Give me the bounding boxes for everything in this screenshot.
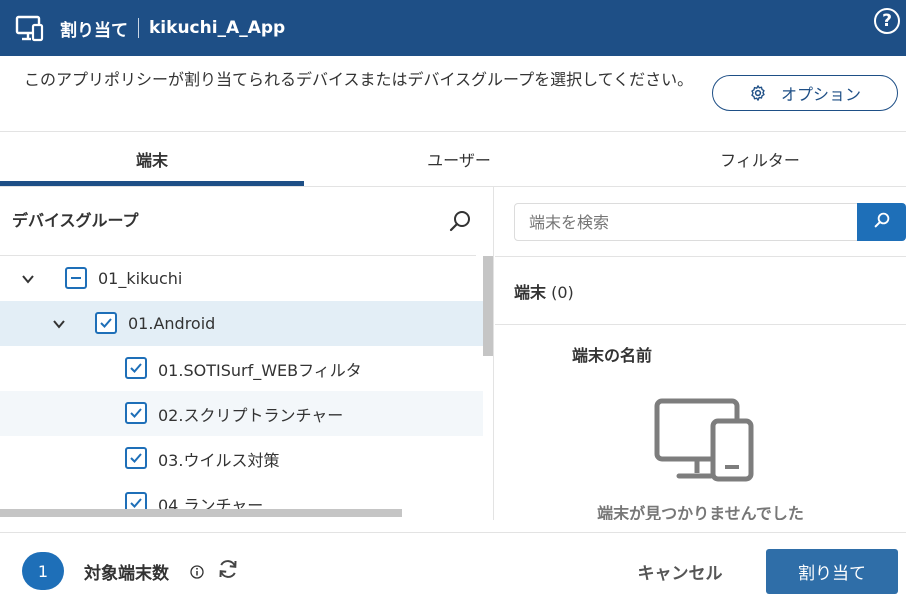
tree-row[interactable]: 02.スクリプトランチャー <box>0 391 483 436</box>
tree-label: 01.SOTISurf_WEBフィルタ <box>158 360 362 380</box>
search-icon <box>873 211 891 233</box>
tab-users[interactable]: ユーザー <box>304 132 614 186</box>
refresh-icon[interactable] <box>216 557 240 581</box>
device-pane: 端末 (0) 端末の名前 端末が見つかりませんでした <box>495 187 906 520</box>
divider <box>495 324 906 325</box>
tree-row[interactable]: 01_kikuchi <box>0 256 483 301</box>
gear-icon <box>749 84 767 102</box>
vertical-scrollbar[interactable] <box>483 256 493 356</box>
tree-row[interactable]: 03.ウイルス対策 <box>0 436 483 481</box>
chevron-down-icon[interactable] <box>51 316 67 332</box>
description-text: このアプリポリシーが割り当てられるデバイスまたはデバイスグループを選択してくださ… <box>24 70 694 89</box>
checkbox-checked[interactable] <box>95 312 117 334</box>
help-icon[interactable]: ? <box>874 8 900 34</box>
dialog-title: 割り当て <box>60 20 128 41</box>
assign-button[interactable]: 割り当て <box>766 549 898 594</box>
tree-label: 02.スクリプトランチャー <box>158 405 344 425</box>
tree-label: 01.Android <box>128 314 216 333</box>
horizontal-scrollbar[interactable] <box>0 509 402 517</box>
title-separator <box>138 18 139 38</box>
device-count: 端末 (0) <box>514 279 574 303</box>
checkbox-checked[interactable] <box>125 447 147 469</box>
cancel-button[interactable]: キャンセル <box>620 550 740 592</box>
target-count-badge: 1 <box>22 552 64 590</box>
divider <box>0 532 906 533</box>
checkbox-checked[interactable] <box>125 357 147 379</box>
tree-row[interactable]: 01.Android <box>0 301 483 346</box>
search-button[interactable] <box>857 203 906 241</box>
options-button[interactable]: オプション <box>712 75 898 111</box>
device-group-pane: デバイスグループ 01_kikuchi 01.Android 01.SOTISu… <box>0 187 494 520</box>
tree-label: 01_kikuchi <box>98 269 183 288</box>
target-count-label: 対象端末数 <box>84 564 169 584</box>
app-name: kikuchi_A_App <box>149 18 286 38</box>
search-icon[interactable] <box>448 209 472 233</box>
column-header-device-name[interactable]: 端末の名前 <box>572 342 652 366</box>
checkbox-partial[interactable] <box>65 267 87 289</box>
device-count-label: 端末 <box>514 283 547 302</box>
empty-devices-icon <box>653 397 757 483</box>
tree-label: 03.ウイルス対策 <box>158 450 280 470</box>
tab-devices[interactable]: 端末 <box>0 132 304 186</box>
tree-row[interactable]: 01.SOTISurf_WEBフィルタ <box>0 346 483 391</box>
options-button-label: オプション <box>780 85 861 104</box>
info-icon[interactable] <box>190 564 204 579</box>
tab-filters[interactable]: フィルター <box>614 132 906 186</box>
devices-icon <box>14 12 46 44</box>
dialog-header: 割り当て kikuchi_A_App ? <box>0 0 906 56</box>
divider <box>495 256 906 257</box>
chevron-down-icon[interactable] <box>20 271 36 287</box>
empty-state-message: 端末が見つかりませんでした <box>597 504 804 520</box>
device-count-value: (0) <box>551 283 574 302</box>
device-search-input[interactable] <box>514 203 858 241</box>
checkbox-checked[interactable] <box>125 402 147 424</box>
device-group-title: デバイスグループ <box>12 211 139 230</box>
assign-dialog: 割り当て kikuchi_A_App ? このアプリポリシーが割り当てられるデバ… <box>0 0 906 600</box>
